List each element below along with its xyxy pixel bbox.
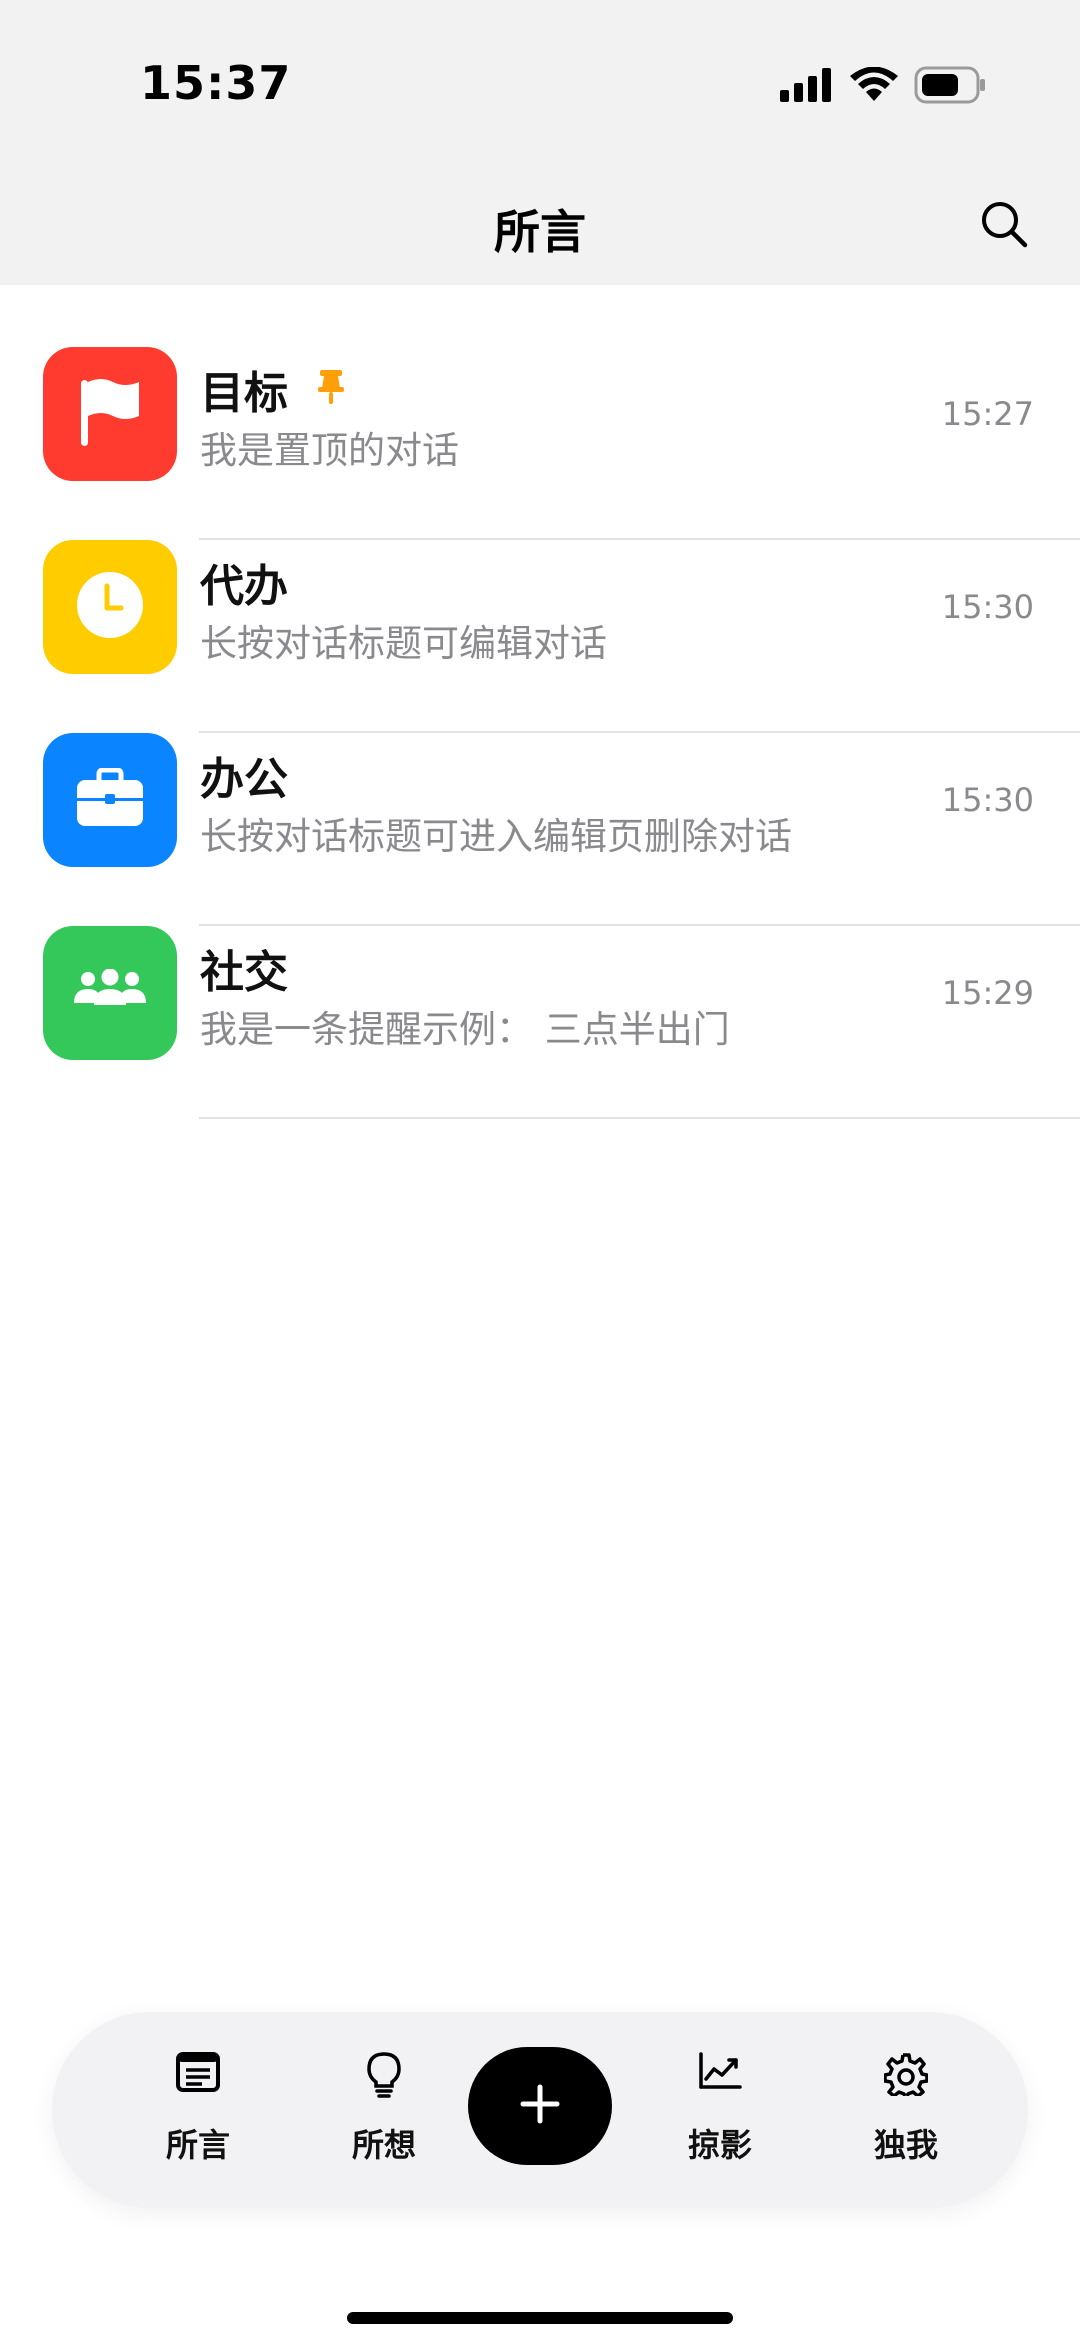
- briefcase-icon: [75, 767, 145, 832]
- tab-bar: 所言 所想 掠影 独我: [52, 2012, 1028, 2208]
- conversation-title: 社交: [200, 947, 288, 998]
- conversation-title: 代办: [200, 561, 288, 612]
- conversation-time: 15:27: [941, 395, 1034, 433]
- tab-label: 所想: [351, 2126, 416, 2164]
- conversation-avatar: [43, 926, 177, 1060]
- home-indicator[interactable]: [347, 2312, 733, 2324]
- battery-icon: [914, 66, 986, 108]
- conversation-preview: 长按对话标题可编辑对话: [200, 622, 607, 665]
- conversation-row[interactable]: 目标 我是置顶的对话 15:27: [0, 285, 1080, 540]
- tab-suoxiang[interactable]: 所想: [309, 2012, 459, 2208]
- divider: [199, 1117, 1080, 1119]
- conversation-avatar: [43, 347, 177, 481]
- tab-duwo[interactable]: 独我: [831, 2012, 981, 2208]
- people-icon: [74, 968, 146, 1017]
- app-screen: 15:37 所言 目标 我是置顶的对话 15:27 代办 长按对话标题可编辑对话…: [0, 0, 1080, 2348]
- conversation-time: 15:29: [941, 974, 1034, 1012]
- conversation-title: 目标: [200, 368, 288, 419]
- conversation-row[interactable]: 办公 长按对话标题可进入编辑页删除对话 15:30: [0, 671, 1080, 926]
- tab-label: 所言: [165, 2126, 230, 2164]
- conversation-avatar: [43, 540, 177, 674]
- document-icon: [176, 2052, 220, 2096]
- conversation-preview: 我是一条提醒示例： 三点半出门: [200, 1008, 730, 1051]
- conversation-time: 15:30: [941, 588, 1034, 626]
- tab-label: 掠影: [687, 2126, 752, 2164]
- cellular-signal-icon: [780, 68, 834, 106]
- tab-lveying[interactable]: 掠影: [645, 2012, 795, 2208]
- conversation-row[interactable]: 社交 我是一条提醒示例： 三点半出门 15:29: [0, 864, 1080, 1119]
- lightbulb-icon: [367, 2052, 401, 2102]
- conversation-avatar: [43, 733, 177, 867]
- wifi-icon: [850, 66, 898, 107]
- conversation-preview: 我是置顶的对话: [200, 429, 459, 472]
- flag-icon: [75, 374, 145, 454]
- conversation-time: 15:30: [941, 781, 1034, 819]
- add-button[interactable]: [468, 2047, 612, 2165]
- plus-icon: [520, 2084, 560, 2128]
- chart-icon: [698, 2052, 742, 2094]
- page-title: 所言: [494, 205, 586, 259]
- gear-icon: [883, 2052, 929, 2100]
- status-time: 15:37: [140, 56, 292, 110]
- conversation-row[interactable]: 代办 长按对话标题可编辑对话 15:30: [0, 478, 1080, 733]
- conversation-title: 办公: [200, 754, 288, 805]
- clock-icon: [75, 570, 145, 644]
- status-icons: [780, 62, 986, 112]
- search-button[interactable]: [972, 194, 1036, 258]
- tab-suoyan[interactable]: 所言: [123, 2012, 273, 2208]
- conversation-list: 目标 我是置顶的对话 15:27 代办 长按对话标题可编辑对话 15:30 办公…: [0, 285, 1080, 1119]
- top-bar: 15:37 所言: [0, 0, 1080, 285]
- tab-label: 独我: [873, 2126, 938, 2164]
- search-icon: [979, 199, 1029, 253]
- pin-icon: [316, 368, 346, 410]
- conversation-preview: 长按对话标题可进入编辑页删除对话: [200, 815, 792, 858]
